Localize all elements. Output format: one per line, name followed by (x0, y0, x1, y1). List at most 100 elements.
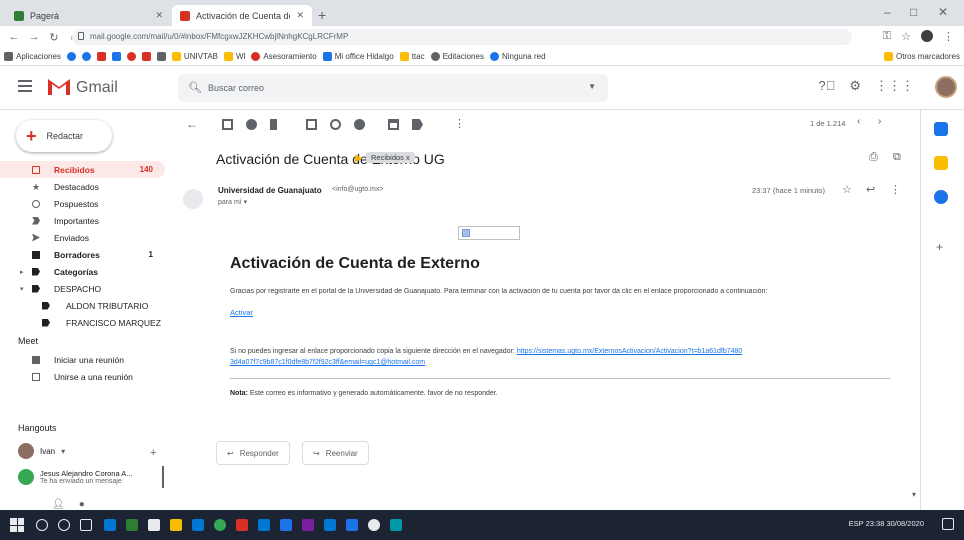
bookmark-item[interactable]: UNIVTAB (171, 52, 218, 61)
bookmark-star-icon[interactable]: ☆ (901, 30, 911, 43)
compose-button[interactable]: + Redactar (16, 120, 112, 152)
sidebar-item-inbox[interactable]: Recibidos 140 (0, 161, 165, 178)
report-spam-icon[interactable] (246, 119, 257, 130)
bookmark-item[interactable]: Editaciones (430, 52, 484, 61)
search-options-icon[interactable]: ▼ (588, 82, 596, 91)
apps-grid-icon[interactable]: ⋮⋮⋮ (875, 78, 914, 94)
sidebar-item-drafts[interactable]: Borradores 1 (0, 246, 165, 263)
search-icon[interactable]: 🔍︎ (188, 81, 202, 94)
windows-start-icon[interactable] (10, 518, 24, 532)
meet-start-meeting[interactable]: Iniciar una reunión (0, 351, 165, 368)
delete-icon[interactable] (270, 119, 277, 130)
bookmark-item[interactable] (156, 52, 166, 61)
profile-icon[interactable] (921, 30, 933, 42)
important-marker-icon[interactable]: ▶ (355, 153, 363, 164)
settings-icon[interactable]: ⚙ (849, 78, 861, 94)
move-to-icon[interactable] (388, 119, 399, 130)
add-task-icon[interactable] (354, 119, 365, 130)
browser-tab-active[interactable]: Activación de Cuenta de Extern ✕ (172, 5, 312, 26)
sidebar-item-starred[interactable]: ★ Destacados (0, 178, 165, 195)
forward-icon[interactable]: → (28, 31, 40, 43)
task-view-icon[interactable] (80, 519, 92, 531)
key-icon[interactable]: ⚿ (883, 30, 891, 43)
snooze-icon[interactable] (330, 119, 341, 130)
help-icon[interactable]: ?⃝ (818, 78, 835, 94)
mark-unread-icon[interactable] (306, 119, 317, 130)
tab-close-icon[interactable]: ✕ (296, 10, 304, 21)
open-new-window-icon[interactable]: ⧉ (893, 151, 901, 164)
tab-close-icon[interactable]: ✕ (155, 10, 163, 21)
close-window-icon[interactable]: ✕ (938, 5, 948, 19)
cortana-icon[interactable] (58, 519, 70, 531)
bookmark-item[interactable] (66, 52, 76, 61)
bookmark-item[interactable] (111, 52, 121, 61)
store-icon[interactable] (148, 519, 160, 531)
more-options-icon[interactable]: ⋮ (454, 117, 465, 130)
sidebar-item-aldon-tributario[interactable]: ALDON TRIBUTARIO (0, 297, 165, 314)
reload-icon[interactable]: ↻ (48, 31, 60, 44)
sidebar-item-sent[interactable]: Enviados (0, 229, 165, 246)
bookmark-item[interactable] (141, 52, 151, 61)
scroll-down-icon[interactable]: ▾ (912, 490, 916, 499)
bookmark-item[interactable] (96, 52, 106, 61)
back-to-inbox-icon[interactable]: ← (186, 117, 198, 131)
file-explorer-icon[interactable] (170, 519, 182, 531)
add-contact-icon[interactable]: + (150, 447, 156, 459)
other-bookmarks[interactable]: Otros marcadores (883, 52, 960, 61)
mail-icon[interactable] (192, 519, 204, 531)
add-addon-icon[interactable]: + (936, 240, 943, 254)
hangouts-user[interactable]: Ivan ▾ (18, 443, 65, 459)
reply-icon[interactable]: ↩ (866, 183, 875, 196)
edge-icon[interactable] (104, 519, 116, 531)
browser-menu-icon[interactable]: ⋮ (943, 30, 954, 43)
calendar-icon[interactable] (934, 122, 948, 136)
recipient-details[interactable]: para mí ▾ (218, 198, 247, 206)
app-icon[interactable] (390, 519, 402, 531)
notifications-icon[interactable] (942, 518, 954, 530)
bookmark-item[interactable]: Aplicaciones (4, 52, 61, 61)
app-icon[interactable] (346, 519, 358, 531)
chrome-icon[interactable] (214, 519, 226, 531)
main-menu-icon[interactable] (18, 80, 32, 92)
bookmark-item[interactable] (126, 52, 136, 61)
sidebar-item-despacho[interactable]: DESPACHO (0, 280, 165, 297)
bookmark-item[interactable] (81, 52, 91, 61)
sidebar-item-important[interactable]: Importantes (0, 212, 165, 229)
sidebar-item-categories[interactable]: Categorías (0, 263, 165, 280)
inbox-label-chip[interactable]: Recibidos x (366, 152, 415, 163)
url-input[interactable]: mail.google.com/mail/u/0/#inbox/FMfcgxwJ… (72, 29, 852, 45)
sidebar-item-snoozed[interactable]: Pospuestos (0, 195, 165, 212)
activation-link[interactable]: Activar (230, 308, 253, 317)
app-icon[interactable] (302, 519, 314, 531)
gmail-logo-icon[interactable] (46, 75, 72, 97)
system-tray[interactable]: ESP 23:38 30/08/2020 (849, 519, 924, 528)
browser-tab[interactable]: Pagerá ✕ (6, 5, 171, 26)
new-tab-icon[interactable]: + (318, 7, 326, 23)
newer-icon[interactable]: ‹ (857, 116, 860, 127)
app-icon[interactable] (324, 519, 336, 531)
star-icon[interactable]: ☆ (842, 183, 852, 196)
keep-icon[interactable] (934, 156, 948, 170)
bookmark-item[interactable]: Ninguna red (489, 52, 546, 61)
search-icon[interactable] (36, 519, 48, 531)
activation-url[interactable]: https://sistemas.ugto.mx/ExternosActivac… (517, 348, 743, 355)
bookmark-item[interactable]: ttac (399, 52, 425, 61)
app-icon[interactable] (236, 519, 248, 531)
account-avatar[interactable] (935, 76, 957, 98)
minimize-icon[interactable]: – (884, 5, 891, 19)
maximize-icon[interactable]: □ (910, 5, 917, 19)
word-icon[interactable] (258, 519, 270, 531)
hangouts-chat-item[interactable]: Jesus Alejandro Corona A... Te ha enviad… (18, 466, 164, 488)
activation-url-continued[interactable]: 3d4a07f7c9b87c1f0dfe8b7f2f92c3ff&email=u… (230, 359, 425, 366)
app-icon[interactable] (368, 519, 380, 531)
more-actions-icon[interactable]: ⋮ (890, 183, 901, 196)
person-icon[interactable]: 👤︎ (52, 499, 65, 510)
bookmark-item[interactable]: Wl (224, 52, 245, 61)
bookmark-item[interactable]: Mi office Hidalgo (322, 52, 394, 61)
back-icon[interactable]: ← (8, 31, 20, 43)
older-icon[interactable]: › (878, 116, 881, 127)
print-icon[interactable]: ⎙ (869, 151, 878, 164)
meet-join-meeting[interactable]: Unirse a una reunión (0, 368, 165, 385)
bookmark-item[interactable]: Asesoramiento (251, 52, 317, 61)
forward-button[interactable]: ↪ Reenviar (302, 441, 369, 465)
